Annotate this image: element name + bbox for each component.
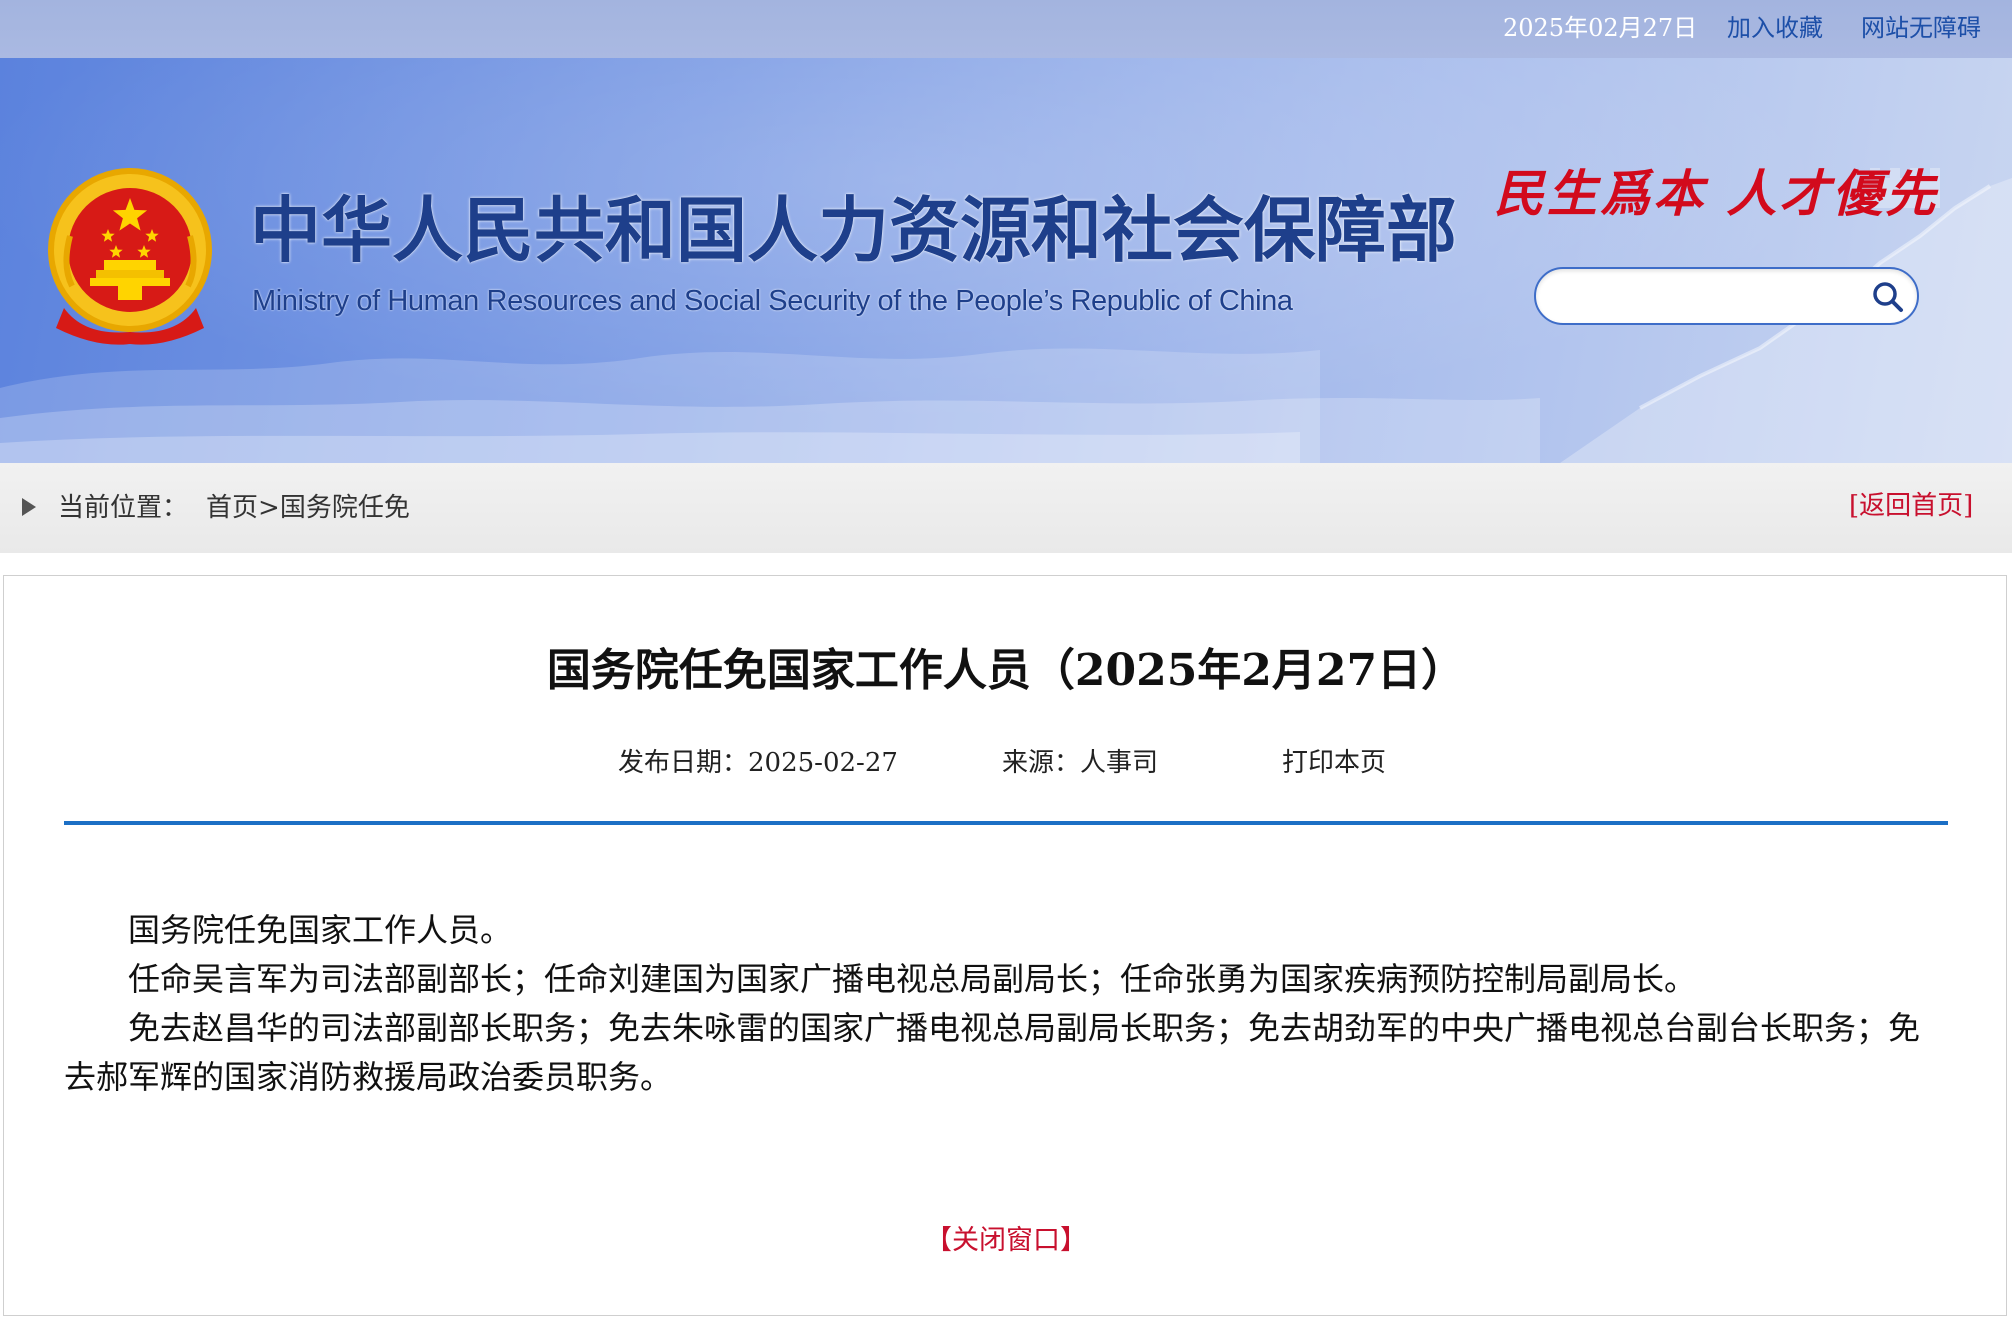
- article-paragraph: 国务院任免国家工作人员。: [128, 911, 513, 949]
- national-emblem-icon[interactable]: [44, 166, 216, 348]
- article-title: 国务院任免国家工作人员（2025年2月27日）: [546, 645, 1466, 696]
- breadcrumb-path: 首页>国务院任免: [206, 491, 410, 525]
- article-paragraph: 任命吴言军为司法部副部长；任命刘建国为国家广播电视总局副局长；任命张勇为国家疾病…: [128, 960, 1697, 998]
- search-icon[interactable]: [1869, 278, 1907, 316]
- article-paragraph: 免去赵昌华的司法部副部长职务；免去朱咏雷的国家广播电视总局副局长职务；免去胡劲军…: [64, 1009, 1921, 1096]
- print-page-link[interactable]: 打印本页: [1282, 746, 1386, 780]
- search-input[interactable]: [1554, 277, 1858, 317]
- slogan: 民生爲本 人才優先: [1494, 164, 1939, 223]
- back-home-link[interactable]: [返回首页]: [1849, 489, 1973, 523]
- breadcrumb: 当前位置： 首页>国务院任免 [返回首页]: [0, 463, 2012, 553]
- breadcrumb-separator: >: [258, 493, 280, 523]
- breadcrumb-home-link[interactable]: 首页: [206, 493, 258, 523]
- top-utility-bar: 2025年02月27日 加入收藏 网站无障碍: [0, 0, 2012, 58]
- title-divider: [64, 821, 1948, 825]
- triangle-right-icon: [22, 498, 36, 516]
- article-source: 来源：人事司: [1002, 748, 1159, 778]
- breadcrumb-current-link[interactable]: 国务院任免: [280, 493, 410, 523]
- search-box: [1534, 267, 1919, 325]
- site-title-en: Ministry of Human Resources and Social S…: [252, 285, 1293, 317]
- accessibility-link[interactable]: 网站无障碍: [1861, 12, 1981, 44]
- close-window-row: 【关闭窗口】: [0, 1224, 2012, 1258]
- current-date: 2025年02月27日: [1503, 14, 1698, 42]
- add-favorite-link[interactable]: 加入收藏: [1727, 12, 1823, 44]
- site-title-cn: 中华人民共和国人力资源和社会保障部: [250, 189, 1458, 272]
- site-header-banner: 中华人民共和国人力资源和社会保障部 Ministry of Human Reso…: [0, 58, 2012, 463]
- breadcrumb-label: 当前位置：: [58, 493, 189, 523]
- close-window-link[interactable]: 【关闭窗口】: [925, 1225, 1087, 1256]
- article-body: 国务院任免国家工作人员。 任命吴言军为司法部副部长；任命刘建国为国家广播电视总局…: [64, 906, 1926, 1102]
- publish-date: 发布日期：2025-02-27: [618, 748, 898, 778]
